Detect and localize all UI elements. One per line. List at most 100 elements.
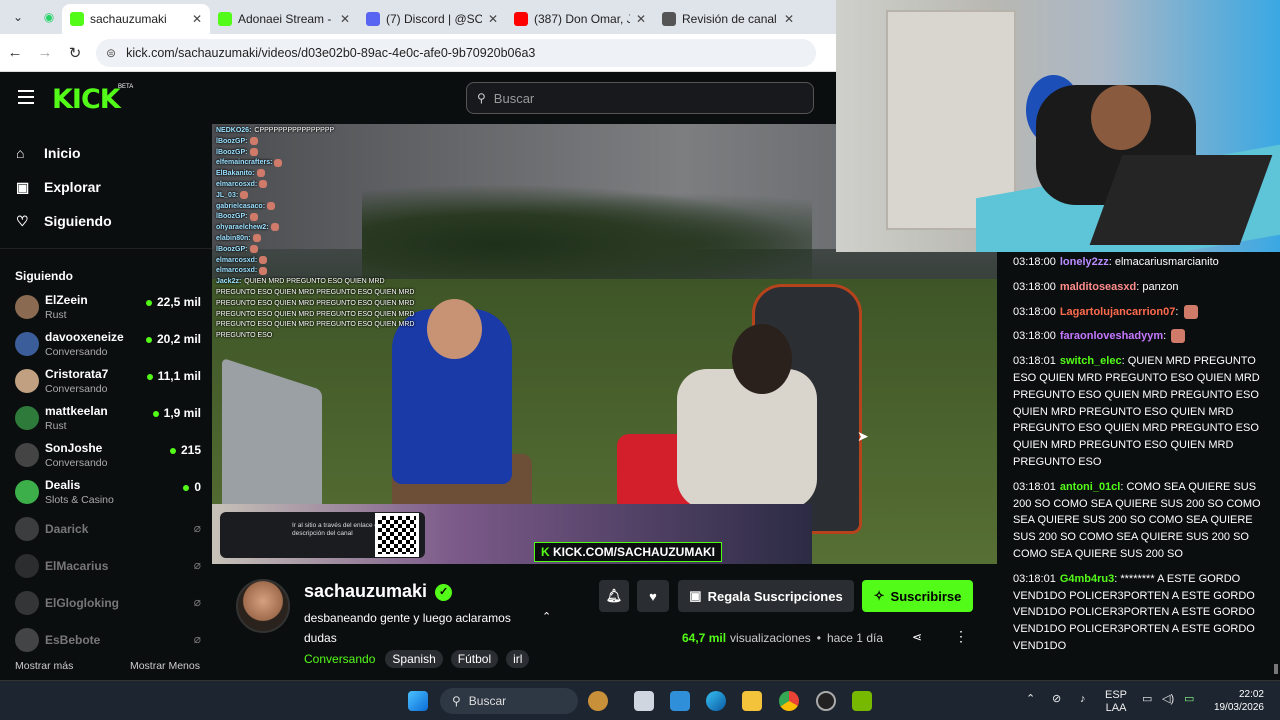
chat-scrollbar[interactable] bbox=[1274, 664, 1278, 674]
tag-chip[interactable]: Spanish bbox=[385, 650, 443, 668]
back-icon[interactable]: ← bbox=[0, 44, 30, 61]
tab-close-icon[interactable]: ✕ bbox=[488, 12, 498, 26]
chat-username[interactable]: Lagartolujancarrion07 bbox=[1060, 306, 1176, 318]
tab-close-icon[interactable]: ✕ bbox=[192, 12, 202, 26]
chat-timestamp: 03:18:01 bbox=[1013, 572, 1056, 585]
chat-username[interactable]: lonely2zz bbox=[1060, 256, 1109, 268]
followed-channel[interactable]: Cristorata7 Conversando 11,1 mil bbox=[15, 363, 201, 400]
obs-icon[interactable] bbox=[816, 691, 836, 711]
whatsapp-icon[interactable]: ◉ bbox=[36, 0, 62, 34]
chrome-icon[interactable] bbox=[779, 691, 799, 711]
language-indicator[interactable]: ESP LAA bbox=[1105, 689, 1127, 715]
viewer-count: 20,2 mil bbox=[146, 332, 201, 346]
overlay-chat-user: lBoozGP: bbox=[216, 137, 248, 145]
menu-icon[interactable] bbox=[18, 90, 34, 104]
taskbar-widget-icon[interactable] bbox=[588, 691, 608, 711]
windows-taskbar: ⚲ Buscar ⌃ ⊘ ♪ ESP LAA ▭ ◁) ▭ 22:02 19/03… bbox=[0, 680, 1280, 720]
reload-icon[interactable]: ↻ bbox=[60, 44, 90, 62]
chat-username[interactable]: switch_elec bbox=[1060, 355, 1122, 367]
followed-channel[interactable]: EsBebote ⌀ bbox=[15, 622, 201, 659]
show-less-button[interactable]: Mostrar Menos bbox=[130, 660, 200, 672]
nvidia-icon[interactable] bbox=[852, 691, 872, 711]
browser-tab[interactable]: sachauzumaki ✕ bbox=[62, 4, 210, 34]
channel-avatar bbox=[15, 406, 39, 430]
chat-username[interactable]: G4mb4ru3 bbox=[1060, 573, 1114, 585]
tag-chip[interactable]: irl bbox=[506, 650, 530, 668]
forward-icon[interactable]: → bbox=[30, 44, 60, 61]
show-more-button[interactable]: Mostrar más bbox=[15, 660, 73, 672]
system-clock[interactable]: 22:02 19/03/2026 bbox=[1184, 688, 1264, 714]
followed-channel[interactable]: ElGlogloking ⌀ bbox=[15, 585, 201, 622]
volume-icon[interactable]: ◁) bbox=[1162, 693, 1174, 706]
windows-start-icon[interactable] bbox=[408, 691, 428, 711]
chat-timestamp: 03:18:00 bbox=[1013, 280, 1056, 293]
followed-channel[interactable]: davooxeneize Conversando 20,2 mil bbox=[15, 326, 201, 363]
tab-title: Revisión de canal K bbox=[682, 12, 778, 26]
share-icon[interactable]: ⋖ bbox=[912, 630, 922, 644]
tag-chip[interactable]: Fútbol bbox=[450, 650, 499, 668]
browser-tab[interactable]: (7) Discord | @SOP ✕ bbox=[358, 4, 506, 34]
chat-username[interactable]: antoni_01cl bbox=[1060, 481, 1121, 493]
sidebar-item-siguiendo[interactable]: ♡ Siguiendo bbox=[0, 204, 212, 238]
stream-title: desbaneando gente y luego aclaramos duda… bbox=[304, 611, 511, 645]
browser-tab[interactable]: Revisión de canal K ✕ bbox=[654, 4, 802, 34]
emote-icon bbox=[267, 201, 276, 210]
browser-tab[interactable]: (387) Don Omar, Ju ✕ bbox=[506, 4, 654, 34]
tray-chevron-icon[interactable]: ⌃ bbox=[1026, 693, 1035, 706]
subscribe-button[interactable]: ✧ Suscribirse bbox=[862, 580, 973, 612]
kick-logo[interactable]: KICK bbox=[52, 84, 121, 115]
emote-icon bbox=[249, 147, 258, 156]
channel-name: SonJoshe bbox=[45, 441, 103, 455]
subscribe-label: Suscribirse bbox=[890, 588, 962, 604]
followed-channel[interactable]: Dealis Slots & Casino 0 bbox=[15, 474, 201, 511]
sidebar-item-inicio[interactable]: ⌂ Inicio bbox=[0, 136, 212, 170]
tab-title: Adonaei Stream - V bbox=[238, 12, 334, 26]
notifications-button[interactable]: 🔔︎ bbox=[599, 580, 629, 612]
followed-channel[interactable]: mattkeelan Rust 1,9 mil bbox=[15, 400, 201, 437]
overlay-chat-line: elmarcosxd: bbox=[216, 266, 421, 277]
tab-close-icon[interactable]: ✕ bbox=[340, 12, 350, 26]
tab-close-icon[interactable]: ✕ bbox=[784, 12, 794, 26]
channel-name: ElZeein bbox=[45, 293, 88, 307]
task-view-icon[interactable] bbox=[634, 691, 654, 711]
followed-channel[interactable]: SonJoshe Conversando 215 bbox=[15, 437, 201, 474]
followed-channel[interactable]: Daarick ⌀ bbox=[15, 511, 201, 548]
mic-icon[interactable]: ♪ bbox=[1080, 693, 1086, 706]
search-input[interactable]: ⚲ Buscar bbox=[466, 82, 814, 114]
channel-name[interactable]: sachauzumaki ✓ bbox=[304, 581, 453, 602]
address-bar: ← → ↻ ⊜ kick.com/sachauzumaki/videos/d03… bbox=[0, 34, 836, 72]
file-explorer-icon[interactable] bbox=[742, 691, 762, 711]
sidebar-item-explorar[interactable]: ▣ Explorar bbox=[0, 170, 212, 204]
chat-message: 03:18:01 antoni_01cl: COMO SEA QUIERE SUS… bbox=[1013, 479, 1272, 563]
channel-category: Conversando bbox=[45, 383, 108, 395]
gift-subs-button[interactable]: ▣ Regala Suscripciones bbox=[678, 580, 854, 612]
mute-mic-icon[interactable]: ⊘ bbox=[1052, 693, 1061, 706]
url-field[interactable]: ⊜ kick.com/sachauzumaki/videos/d03e02b0-… bbox=[96, 38, 816, 67]
site-info-icon[interactable]: ⊜ bbox=[106, 46, 116, 60]
network-icon[interactable]: ▭ bbox=[1142, 693, 1152, 706]
siguiendo-icon: ♡ bbox=[16, 212, 29, 229]
overlay-chat-user: elabin80n: bbox=[216, 234, 251, 242]
taskbar-search[interactable]: ⚲ Buscar bbox=[440, 688, 578, 714]
tag-list: Conversando Spanish Fútbol irl bbox=[304, 650, 530, 668]
more-options-icon[interactable]: ⋮ bbox=[954, 628, 968, 645]
sidebar-item-label: Inicio bbox=[44, 145, 81, 161]
overlay-chat-line: lBoozGP: bbox=[216, 244, 421, 256]
category-link[interactable]: Conversando bbox=[304, 652, 375, 666]
webcam-overlay bbox=[836, 0, 1280, 252]
browser-tab[interactable]: Adonaei Stream - V ✕ bbox=[210, 4, 358, 34]
chat-username[interactable]: faraonloveshadyym bbox=[1060, 330, 1163, 342]
chat-username[interactable]: malditoseasxd bbox=[1060, 281, 1136, 293]
scene-person-white-shirt bbox=[677, 369, 817, 509]
chevron-up-icon[interactable]: ⌃ bbox=[542, 610, 551, 623]
tab-close-icon[interactable]: ✕ bbox=[636, 12, 646, 26]
followed-channel[interactable]: ElMacarius ⌀ bbox=[15, 548, 201, 585]
channel-avatar bbox=[15, 628, 39, 652]
channel-avatar[interactable] bbox=[236, 579, 290, 633]
follow-button[interactable]: ♥ bbox=[637, 580, 669, 612]
tab-search-icon[interactable]: ⌄ bbox=[0, 0, 36, 34]
followed-channel[interactable]: ElZeein Rust 22,5 mil bbox=[15, 289, 201, 326]
channel-avatar bbox=[15, 332, 39, 356]
edge-icon[interactable] bbox=[706, 691, 726, 711]
file-app-icon[interactable] bbox=[670, 691, 690, 711]
